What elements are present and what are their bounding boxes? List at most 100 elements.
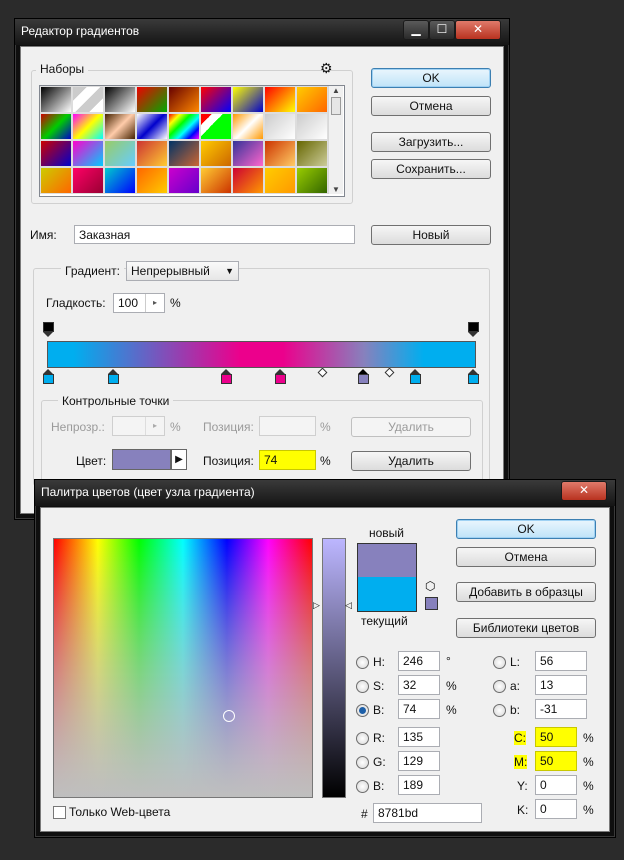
k-input[interactable]: 0 (535, 799, 577, 819)
preset-swatch[interactable] (200, 86, 232, 113)
preset-swatch[interactable] (136, 113, 168, 140)
ok-button[interactable]: OK (371, 68, 491, 88)
presets-scrollbar[interactable]: ▲ ▼ (328, 86, 343, 194)
chevron-right-icon[interactable]: ▸ (145, 417, 164, 435)
preset-swatch[interactable] (200, 167, 232, 194)
c-input[interactable]: 50 (535, 727, 577, 747)
color-field-cursor[interactable] (223, 710, 235, 722)
preset-swatch[interactable] (296, 140, 328, 167)
preset-swatch[interactable] (264, 113, 296, 140)
radio-h[interactable] (356, 656, 369, 669)
s-input[interactable]: 32 (398, 675, 440, 695)
preset-swatch[interactable] (40, 167, 72, 194)
preset-swatch[interactable] (104, 86, 136, 113)
radio-a[interactable] (493, 680, 506, 693)
preset-swatch[interactable] (296, 113, 328, 140)
opacity-position-input[interactable] (259, 416, 316, 436)
preset-swatch[interactable] (232, 167, 264, 194)
hex-input[interactable]: 8781bd (373, 803, 482, 823)
preset-swatch[interactable] (168, 140, 200, 167)
opacity-stop-left[interactable] (43, 322, 54, 337)
color-stop[interactable] (108, 369, 119, 384)
preset-swatch[interactable] (200, 113, 232, 140)
preset-swatch[interactable] (72, 86, 104, 113)
gradient-preview-bar[interactable] (47, 341, 476, 368)
color-menu-arrow[interactable]: ▶ (171, 449, 187, 470)
color-picker-titlebar[interactable]: Палитра цветов (цвет узла градиента) (35, 480, 615, 506)
radio-lab-b[interactable] (493, 704, 506, 717)
chevron-right-icon[interactable]: ▸ (145, 294, 164, 312)
cube-icon[interactable]: ⬡ (425, 579, 435, 593)
r-input[interactable]: 135 (398, 727, 440, 747)
preset-swatch[interactable] (168, 167, 200, 194)
web-only-checkbox[interactable] (53, 806, 66, 819)
close-button[interactable]: ✕ (561, 481, 607, 501)
radio-s[interactable] (356, 680, 369, 693)
picker-ok-button[interactable]: OK (456, 519, 596, 539)
preset-swatch[interactable] (104, 140, 136, 167)
blue-input[interactable]: 189 (398, 775, 440, 795)
b-input[interactable]: 74 (398, 699, 440, 719)
delete-opacity-stop-button[interactable]: Удалить (351, 417, 471, 437)
y-input[interactable]: 0 (535, 775, 577, 795)
web-safe-swatch[interactable] (425, 597, 438, 610)
color-stop[interactable] (468, 369, 479, 384)
color-stop[interactable] (43, 369, 54, 384)
slider-right-arrow[interactable]: ◁ (345, 600, 352, 611)
preset-swatch[interactable] (264, 167, 296, 194)
lab-b-input[interactable]: -31 (535, 699, 587, 719)
radio-l[interactable] (493, 656, 506, 669)
maximize-button[interactable]: ☐ (429, 20, 455, 40)
preset-swatch[interactable] (40, 140, 72, 167)
delete-color-stop-button[interactable]: Удалить (351, 451, 471, 471)
preset-swatch[interactable] (40, 113, 72, 140)
color-field[interactable] (53, 538, 313, 798)
name-input[interactable]: Заказная (74, 225, 355, 244)
preset-swatch[interactable] (264, 86, 296, 113)
brightness-slider[interactable] (322, 538, 346, 798)
preset-swatch[interactable] (200, 140, 232, 167)
radio-b[interactable] (356, 704, 369, 717)
slider-left-arrow[interactable]: ▷ (313, 600, 320, 611)
minimize-button[interactable]: ▁ (403, 20, 429, 40)
radio-blue[interactable] (356, 780, 369, 793)
preset-swatch[interactable] (232, 86, 264, 113)
color-stop[interactable] (410, 369, 421, 384)
radio-g[interactable] (356, 756, 369, 769)
l-input[interactable]: 56 (535, 651, 587, 671)
current-color-swatch[interactable] (357, 577, 417, 612)
gradient-type-select[interactable]: Непрерывный ▼ (126, 261, 239, 281)
new-button[interactable]: Новый (371, 225, 491, 245)
stop-color-swatch[interactable] (112, 449, 171, 470)
opacity-input[interactable]: ▸ (112, 416, 165, 436)
load-button[interactable]: Загрузить... (371, 132, 491, 152)
g-input[interactable]: 129 (398, 751, 440, 771)
preset-swatch[interactable] (136, 86, 168, 113)
preset-swatch[interactable] (296, 167, 328, 194)
preset-swatch[interactable] (72, 140, 104, 167)
radio-r[interactable] (356, 732, 369, 745)
preset-swatch[interactable] (232, 113, 264, 140)
gear-icon[interactable]: ⚙ (320, 60, 333, 77)
preset-swatch[interactable] (168, 86, 200, 113)
color-stop[interactable] (358, 369, 369, 384)
preset-swatch[interactable] (104, 167, 136, 194)
add-to-swatches-button[interactable]: Добавить в образцы (456, 582, 596, 602)
save-button[interactable]: Сохранить... (371, 159, 491, 179)
opacity-stop-right[interactable] (468, 322, 479, 337)
preset-swatch[interactable] (136, 140, 168, 167)
preset-swatch[interactable] (40, 86, 72, 113)
preset-swatch[interactable] (296, 86, 328, 113)
color-position-input[interactable]: 74 (259, 450, 316, 470)
close-button[interactable]: ✕ (455, 20, 501, 40)
h-input[interactable]: 246 (398, 651, 440, 671)
cancel-button[interactable]: Отмена (371, 96, 491, 116)
picker-cancel-button[interactable]: Отмена (456, 547, 596, 567)
preset-swatch[interactable] (72, 167, 104, 194)
preset-swatch[interactable] (264, 140, 296, 167)
m-input[interactable]: 50 (535, 751, 577, 771)
preset-swatch[interactable] (72, 113, 104, 140)
color-stop[interactable] (275, 369, 286, 384)
a-input[interactable]: 13 (535, 675, 587, 695)
color-stop[interactable] (221, 369, 232, 384)
